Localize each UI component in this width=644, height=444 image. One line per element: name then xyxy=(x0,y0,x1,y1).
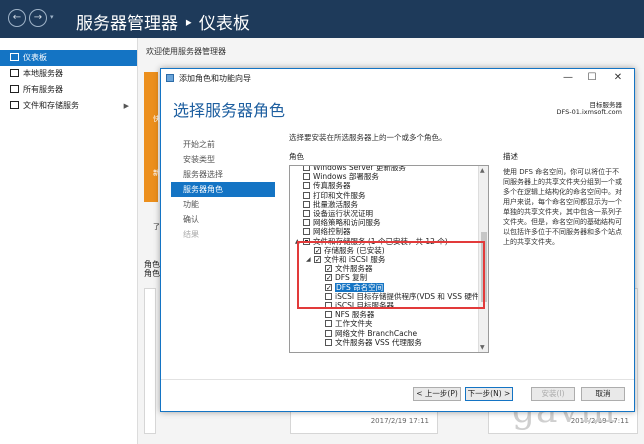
role-row[interactable]: 网络控制器 xyxy=(290,227,478,236)
step-confirmation[interactable]: 确认 xyxy=(171,212,275,227)
minimize-icon[interactable]: — xyxy=(557,71,579,85)
role-row[interactable]: 打印和文件服务 xyxy=(290,191,478,200)
title-bar: ← → ▾ 服务器管理器 ‣ 仪表板 xyxy=(0,0,644,38)
role-label: Windows 部署服务 xyxy=(313,172,379,182)
sidebar-item-file-storage[interactable]: 文件和存储服务 ▶ xyxy=(0,98,137,114)
next-button[interactable]: 下一步(N) > xyxy=(465,387,513,401)
role-checkbox[interactable] xyxy=(303,191,310,199)
wizard-title-bar: 添加角色和功能向导 — ☐ ✕ xyxy=(161,69,634,87)
role-checkbox[interactable] xyxy=(325,320,332,328)
close-icon[interactable]: ✕ xyxy=(607,71,629,85)
role-row[interactable]: 网络策略和访问服务 xyxy=(290,218,478,227)
tile-label: 快 xyxy=(153,115,160,123)
role-label: Windows Server 更新服务 xyxy=(313,165,406,172)
red-highlight-box xyxy=(297,241,485,309)
role-row[interactable]: Windows Server 更新服务 xyxy=(290,165,478,172)
role-row[interactable]: Windows 部署服务 xyxy=(290,172,478,181)
sidebar-item-dashboard[interactable]: 仪表板 xyxy=(0,50,137,66)
sidebar-item-label: 仪表板 xyxy=(23,53,47,62)
description-heading: 描述 xyxy=(503,152,518,161)
target-server-name: DFS-01.ixmsoft.com xyxy=(556,108,622,116)
role-checkbox[interactable] xyxy=(303,228,310,236)
welcome-heading: 欢迎使用服务器管理器 xyxy=(146,47,226,56)
add-roles-wizard: 添加角色和功能向导 — ☐ ✕ 选择服务器角色 目标服务器 DFS-01.ixm… xyxy=(160,68,635,412)
role-checkbox[interactable] xyxy=(325,329,332,337)
role-checkbox[interactable] xyxy=(325,311,332,319)
forward-arrow-icon[interactable]: → xyxy=(29,9,47,27)
role-label: 网络控制器 xyxy=(313,227,351,237)
step-before-you-begin[interactable]: 开始之前 xyxy=(171,137,275,152)
role-label: 工作文件夹 xyxy=(335,319,373,329)
card-timestamp: 2017/2/19 17:11 xyxy=(370,417,429,425)
role-row[interactable]: 传真服务器 xyxy=(290,181,478,190)
sidebar-item-label: 文件和存储服务 xyxy=(23,101,79,110)
role-label: NFS 服务器 xyxy=(335,310,375,320)
page-title: 选择服务器角色 xyxy=(173,101,286,120)
cancel-button[interactable]: 取消 xyxy=(581,387,625,401)
step-installation-type[interactable]: 安装类型 xyxy=(171,152,275,167)
back-arrow-icon[interactable]: ← xyxy=(8,9,26,27)
sidebar-item-label: 本地服务器 xyxy=(23,69,63,78)
storage-icon xyxy=(10,101,19,109)
sidebar-item-label: 所有服务器 xyxy=(23,85,63,94)
wizard-app-icon xyxy=(166,74,174,82)
role-label: 传真服务器 xyxy=(313,181,351,191)
server-icon xyxy=(10,69,19,77)
scroll-up-icon[interactable]: ▲ xyxy=(480,167,485,174)
role-checkbox[interactable] xyxy=(303,200,310,208)
app-title: 服务器管理器 ‣ 仪表板 xyxy=(76,14,250,34)
roles-column-heading: 角色 xyxy=(289,152,304,161)
role-checkbox[interactable] xyxy=(303,219,310,227)
role-checkbox[interactable] xyxy=(303,166,310,171)
tile-label: 了 xyxy=(153,223,160,231)
step-features[interactable]: 功能 xyxy=(171,197,275,212)
instruction-text: 选择要安装在所选服务器上的一个或多个角色。 xyxy=(289,133,447,142)
role-row[interactable]: 网络文件 BranchCache xyxy=(290,329,478,338)
role-label: 批量激活服务 xyxy=(313,199,358,209)
role-row[interactable]: 批量激活服务 xyxy=(290,200,478,209)
role-checkbox[interactable] xyxy=(303,173,310,181)
tile-label: 新 xyxy=(153,169,160,177)
chevron-right-icon: ▶ xyxy=(123,102,129,110)
wizard-steps: 开始之前 安装类型 服务器选择 服务器角色 功能 确认 结果 xyxy=(171,137,275,242)
wizard-title: 添加角色和功能向导 xyxy=(179,74,251,83)
sidebar: 仪表板 本地服务器 所有服务器 文件和存储服务 ▶ xyxy=(0,38,138,444)
role-checkbox[interactable] xyxy=(303,182,310,190)
role-label: 文件服务器 VSS 代理服务 xyxy=(335,337,422,347)
role-row[interactable]: 文件服务器 VSS 代理服务 xyxy=(290,338,478,347)
role-checkbox[interactable] xyxy=(325,338,332,346)
role-card[interactable] xyxy=(144,288,156,434)
step-server-roles[interactable]: 服务器角色 xyxy=(171,182,275,197)
role-row[interactable]: NFS 服务器 xyxy=(290,310,478,319)
dashboard-icon xyxy=(10,53,19,61)
servers-icon xyxy=(10,85,19,93)
role-label: 网络策略和访问服务 xyxy=(313,218,381,228)
footer-divider xyxy=(161,379,634,380)
install-button: 安装(I) xyxy=(531,387,575,401)
role-row[interactable]: 工作文件夹 xyxy=(290,319,478,328)
step-results: 结果 xyxy=(183,230,199,239)
step-server-selection[interactable]: 服务器选择 xyxy=(171,167,275,182)
role-description: 使用 DFS 命名空间，你可以将位于不同服务器上的共享文件夹分组到一个或多个在逻… xyxy=(503,168,622,246)
scroll-down-icon[interactable]: ▼ xyxy=(480,344,485,351)
role-checkbox[interactable] xyxy=(303,210,310,217)
role-label: 网络文件 BranchCache xyxy=(335,328,418,338)
quick-start-tile[interactable]: 快 新 了 xyxy=(144,72,160,231)
maximize-icon[interactable]: ☐ xyxy=(581,71,603,85)
roles-heading: 角色 角色 xyxy=(144,260,160,278)
role-row[interactable]: 设备运行状况证明 xyxy=(290,209,478,218)
sidebar-item-local-server[interactable]: 本地服务器 xyxy=(0,66,137,82)
history-dropdown-icon[interactable]: ▾ xyxy=(50,13,54,21)
role-label: 设备运行状况证明 xyxy=(313,209,373,218)
role-label: 打印和文件服务 xyxy=(313,190,366,200)
sidebar-item-all-servers[interactable]: 所有服务器 xyxy=(0,82,137,98)
previous-button[interactable]: < 上一步(P) xyxy=(413,387,461,401)
